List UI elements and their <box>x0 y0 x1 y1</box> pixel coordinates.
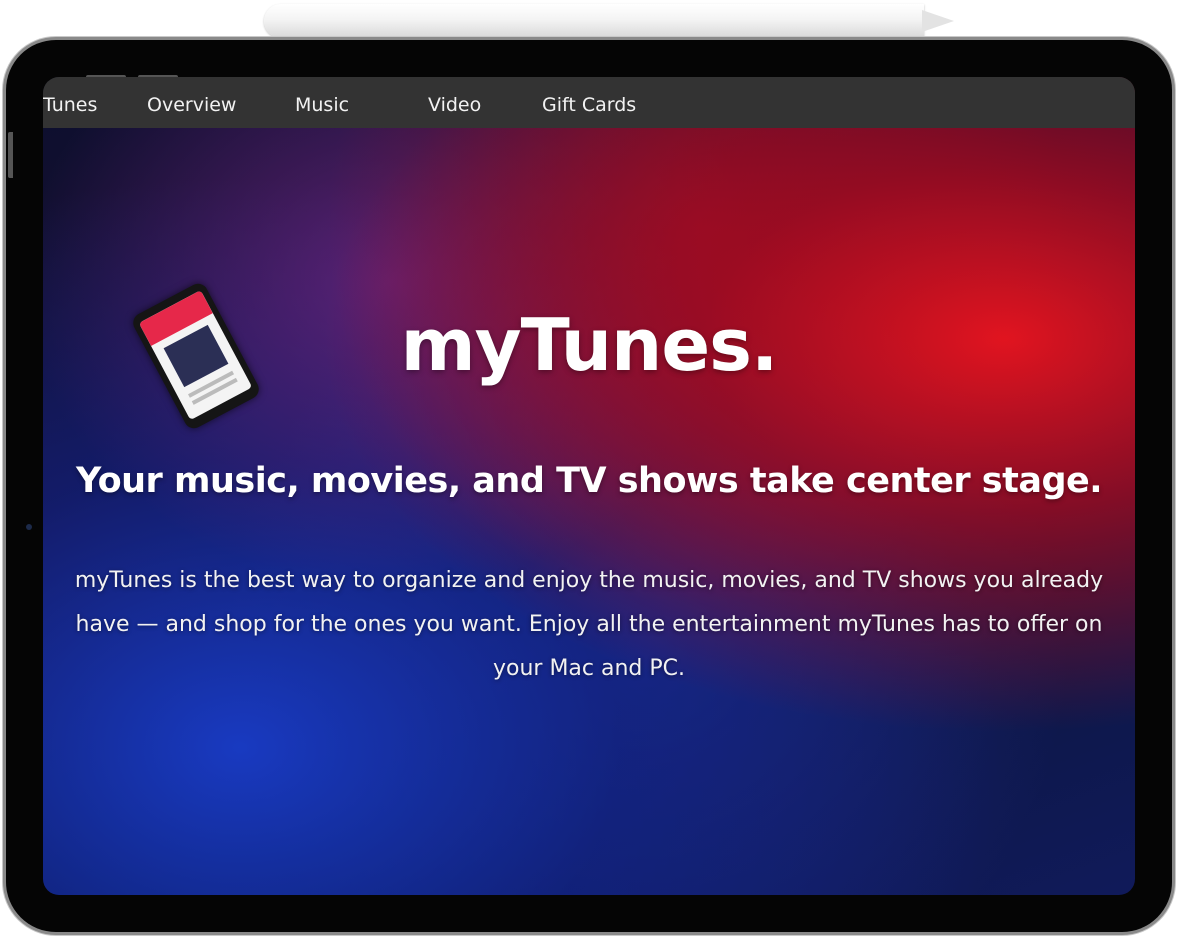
top-navbar: Tunes Overview Music Video Gift Cards <box>43 77 1135 128</box>
nav-item-video[interactable]: Video <box>428 77 481 128</box>
front-camera <box>26 524 32 530</box>
hero-subtitle: Your music, movies, and TV shows take ce… <box>75 461 1103 501</box>
nav-item-tunes[interactable]: Tunes <box>43 77 97 128</box>
hero-title: myTunes. <box>400 303 779 387</box>
apple-pencil <box>264 4 924 38</box>
screen: Tunes Overview Music Video Gift Cards my… <box>43 77 1135 895</box>
apple-pencil-tip <box>922 10 954 32</box>
nav-item-overview[interactable]: Overview <box>147 77 236 128</box>
power-button <box>8 132 13 178</box>
nav-item-gift-cards[interactable]: Gift Cards <box>542 77 636 128</box>
mockup-stage: Tunes Overview Music Video Gift Cards my… <box>0 0 1177 937</box>
hero-description: myTunes is the best way to organize and … <box>74 568 1104 681</box>
nav-item-music[interactable]: Music <box>295 77 349 128</box>
